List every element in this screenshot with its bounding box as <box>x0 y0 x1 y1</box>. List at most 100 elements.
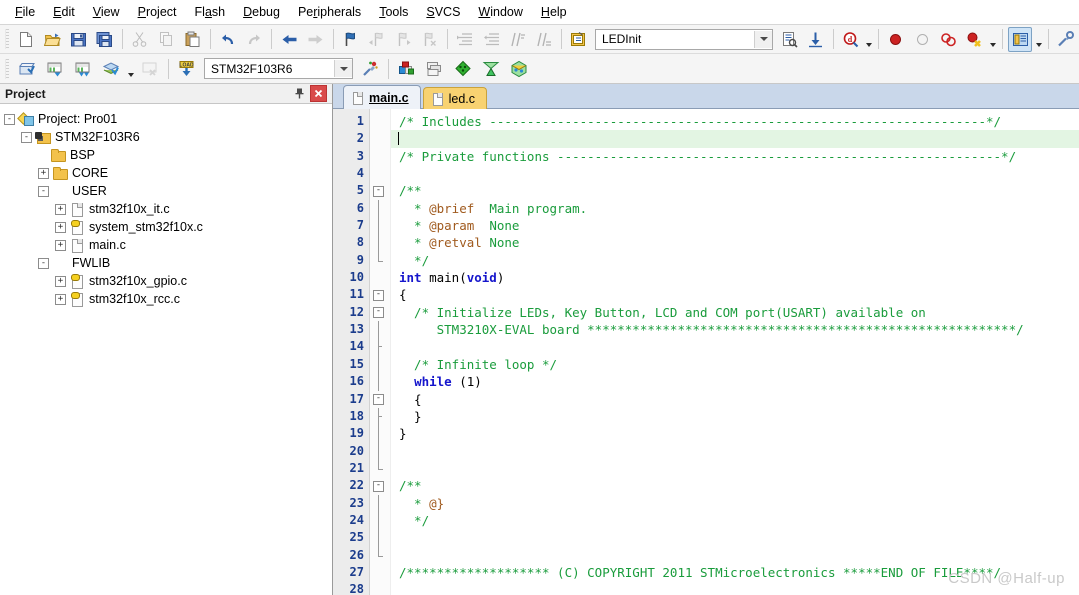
tree-item[interactable]: + stm32f10x_rcc.c <box>4 290 332 308</box>
navigate-forward-icon[interactable] <box>303 27 327 52</box>
code-line[interactable]: /* Initialize LEDs, Key Button, LCD and … <box>391 304 1079 321</box>
stop-build-icon[interactable] <box>137 56 163 81</box>
toolbar-grip[interactable] <box>5 58 9 79</box>
project-window-icon[interactable] <box>1008 26 1033 52</box>
redo-icon[interactable] <box>242 27 266 52</box>
code-text[interactable]: /* Includes ----------------------------… <box>391 109 1079 595</box>
code-line[interactable] <box>391 529 1079 546</box>
configuration-wizard-icon[interactable] <box>1054 27 1078 52</box>
bookmark-next-icon[interactable] <box>391 27 415 52</box>
project-window-dropdown-arrow-icon[interactable] <box>1033 24 1043 54</box>
tree-item[interactable]: - STM32F103R6 <box>4 128 332 146</box>
editor-tab-main-c[interactable]: main.c <box>343 85 421 109</box>
tree-item[interactable]: - Project: Pro01 <box>4 110 332 128</box>
comment-icon[interactable] <box>505 27 529 52</box>
code-line[interactable] <box>391 547 1079 564</box>
function-combo[interactable]: LEDInit <box>594 28 773 50</box>
batch-build-dropdown-arrow-icon[interactable] <box>125 54 136 84</box>
code-line[interactable]: */ <box>391 512 1079 529</box>
copy-icon[interactable] <box>154 27 178 52</box>
expand-toggle-icon[interactable]: + <box>55 239 66 251</box>
rebuild-icon[interactable] <box>70 56 96 81</box>
code-line[interactable]: } <box>391 408 1079 425</box>
editor-tab-led-c[interactable]: led.c <box>422 87 488 109</box>
fold-marker[interactable]: - <box>370 391 390 408</box>
breakpoint-kill-all-icon[interactable] <box>963 27 987 52</box>
expand-toggle-icon[interactable]: + <box>55 293 66 305</box>
code-line[interactable]: * @} <box>391 495 1079 512</box>
collapse-toggle-icon[interactable]: - <box>4 113 15 125</box>
goto-definition-icon[interactable] <box>803 27 827 52</box>
code-line[interactable]: * @brief Main program. <box>391 200 1079 217</box>
collapse-toggle-icon[interactable]: - <box>21 131 32 143</box>
close-icon[interactable] <box>310 85 327 102</box>
expand-toggle-icon[interactable]: + <box>38 167 49 179</box>
paste-icon[interactable] <box>180 27 204 52</box>
breakpoint-disable-all-icon[interactable] <box>936 27 960 52</box>
save-all-icon[interactable] <box>93 27 117 52</box>
cut-icon[interactable] <box>128 27 152 52</box>
debug-dropdown-arrow-icon[interactable] <box>864 24 874 54</box>
breakpoint-enable-icon[interactable] <box>910 27 934 52</box>
tree-item[interactable]: + CORE <box>4 164 332 182</box>
collapse-toggle-icon[interactable]: - <box>38 185 49 197</box>
target-combo[interactable]: STM32F103R6 <box>204 58 353 79</box>
indent-icon[interactable] <box>453 27 477 52</box>
translate-icon[interactable] <box>14 56 40 81</box>
pack-installer-icon[interactable] <box>478 56 504 81</box>
save-icon[interactable] <box>66 27 90 52</box>
tree-item[interactable]: + stm32f10x_it.c <box>4 200 332 218</box>
menu-item-tools[interactable]: Tools <box>370 2 417 22</box>
fold-collapse-icon[interactable]: - <box>373 307 384 319</box>
tree-item[interactable]: + stm32f10x_gpio.c <box>4 272 332 290</box>
outdent-icon[interactable] <box>479 27 503 52</box>
menu-item-help[interactable]: Help <box>532 2 576 22</box>
code-line[interactable] <box>391 165 1079 182</box>
code-line[interactable]: { <box>391 286 1079 303</box>
project-tree[interactable]: - Project: Pro01- STM32F103R6 BSP + CORE - USER… <box>0 104 332 595</box>
menu-item-file[interactable]: File <box>6 2 44 22</box>
menu-item-peripherals[interactable]: Peripherals <box>289 2 370 22</box>
build-icon[interactable] <box>42 56 68 81</box>
tree-item[interactable]: BSP <box>4 146 332 164</box>
tree-item[interactable]: + system_stm32f10x.c <box>4 218 332 236</box>
new-file-icon[interactable] <box>14 27 38 52</box>
code-view[interactable]: 1 2 3 4 5 6 7 8 9 10 11 12 13 14 15 16 17 18 19 20 21 22 23 24 2… <box>333 109 1079 595</box>
toolbar-grip[interactable] <box>5 29 9 49</box>
code-line[interactable]: { <box>391 391 1079 408</box>
expand-toggle-icon[interactable]: + <box>55 275 66 287</box>
code-line[interactable] <box>391 460 1079 477</box>
manage-multi-project-icon[interactable] <box>422 56 448 81</box>
menu-item-project[interactable]: Project <box>129 2 186 22</box>
code-line[interactable]: } <box>391 425 1079 442</box>
bookmark-prev-icon[interactable] <box>365 27 389 52</box>
code-line[interactable]: /* Private functions -------------------… <box>391 148 1079 165</box>
code-line[interactable]: /** <box>391 182 1079 199</box>
pin-icon[interactable] <box>292 86 307 101</box>
fold-collapse-icon[interactable]: - <box>373 289 384 301</box>
code-line[interactable] <box>391 338 1079 355</box>
code-line[interactable]: * @param None <box>391 217 1079 234</box>
code-line[interactable]: /* Includes ----------------------------… <box>391 113 1079 130</box>
expand-toggle-icon[interactable]: + <box>55 203 66 215</box>
expand-toggle-icon[interactable]: + <box>55 221 66 233</box>
start-debug-icon[interactable]: d <box>838 27 862 52</box>
manage-multi-project2-icon[interactable] <box>450 56 476 81</box>
target-options-icon[interactable] <box>357 56 383 81</box>
bookmark-toggle-icon[interactable] <box>339 27 363 52</box>
menu-item-window[interactable]: Window <box>469 2 531 22</box>
browse-symbol-icon[interactable] <box>777 27 801 52</box>
fold-collapse-icon[interactable]: - <box>373 480 384 492</box>
fold-marker[interactable]: - <box>370 477 390 494</box>
breakpoint-insert-icon[interactable] <box>884 27 908 52</box>
menu-item-flash[interactable]: Flash <box>186 2 235 22</box>
collapse-toggle-icon[interactable]: - <box>38 257 49 269</box>
tree-item[interactable]: - USER <box>4 182 332 200</box>
code-folding-margin[interactable]: - - - - - <box>370 109 391 595</box>
menu-item-view[interactable]: View <box>84 2 129 22</box>
open-file-icon[interactable] <box>40 27 64 52</box>
menu-item-svcs[interactable]: SVCS <box>417 2 469 22</box>
tree-item[interactable]: - FWLIB <box>4 254 332 272</box>
fold-marker[interactable]: - <box>370 304 390 321</box>
fold-collapse-icon[interactable]: - <box>373 185 384 197</box>
